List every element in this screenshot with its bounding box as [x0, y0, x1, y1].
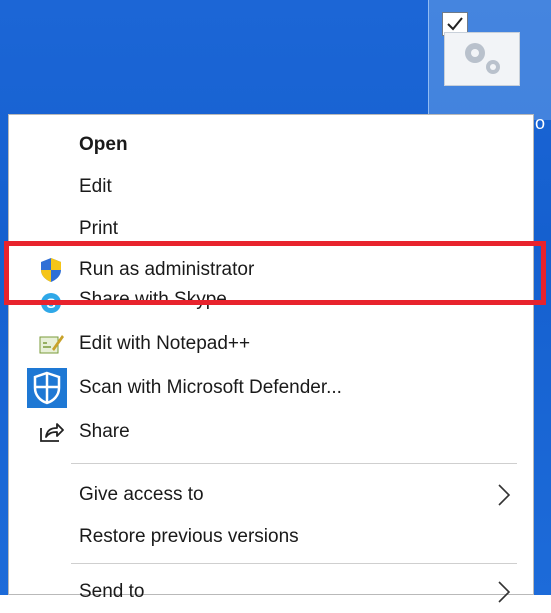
menu-item-send-to[interactable]: Send to	[9, 571, 533, 613]
menu-item-label: Edit	[79, 176, 112, 197]
menu-item-label: Edit with Notepad++	[79, 333, 251, 354]
menu-separator	[71, 463, 517, 464]
menu-item-label: Give access to	[79, 484, 204, 505]
menu-item-label: Send to	[79, 581, 145, 602]
context-menu: Open Edit Print Run as administrator S S…	[8, 114, 534, 603]
menu-item-scan-with-defender[interactable]: Scan with Microsoft Defender...	[9, 367, 533, 409]
menu-item-edit[interactable]: Edit	[9, 166, 533, 208]
menu-item-give-access-to[interactable]: Give access to	[9, 474, 533, 516]
chevron-right-icon	[498, 581, 511, 603]
menu-item-label: Scan with Microsoft Defender...	[79, 377, 342, 398]
gears-icon	[465, 43, 500, 74]
menu-item-edit-with-notepadpp[interactable]: Edit with Notepad++	[9, 323, 533, 365]
menu-item-label: Print	[79, 218, 119, 239]
menu-item-label: Open	[79, 134, 128, 155]
highlight-box	[4, 241, 546, 305]
defender-shield-icon	[27, 368, 67, 408]
menu-item-label: Share	[79, 421, 130, 442]
menu-item-share[interactable]: Share	[9, 411, 533, 453]
menu-item-restore-previous-versions[interactable]: Restore previous versions	[9, 516, 533, 558]
menu-separator	[71, 563, 517, 564]
share-icon	[35, 416, 67, 448]
menu-item-open[interactable]: Open	[9, 124, 533, 166]
menu-item-label: Restore previous versions	[79, 526, 299, 547]
notepad-plus-plus-icon	[35, 328, 67, 360]
file-thumbnail	[444, 32, 520, 86]
chevron-right-icon	[498, 484, 511, 506]
